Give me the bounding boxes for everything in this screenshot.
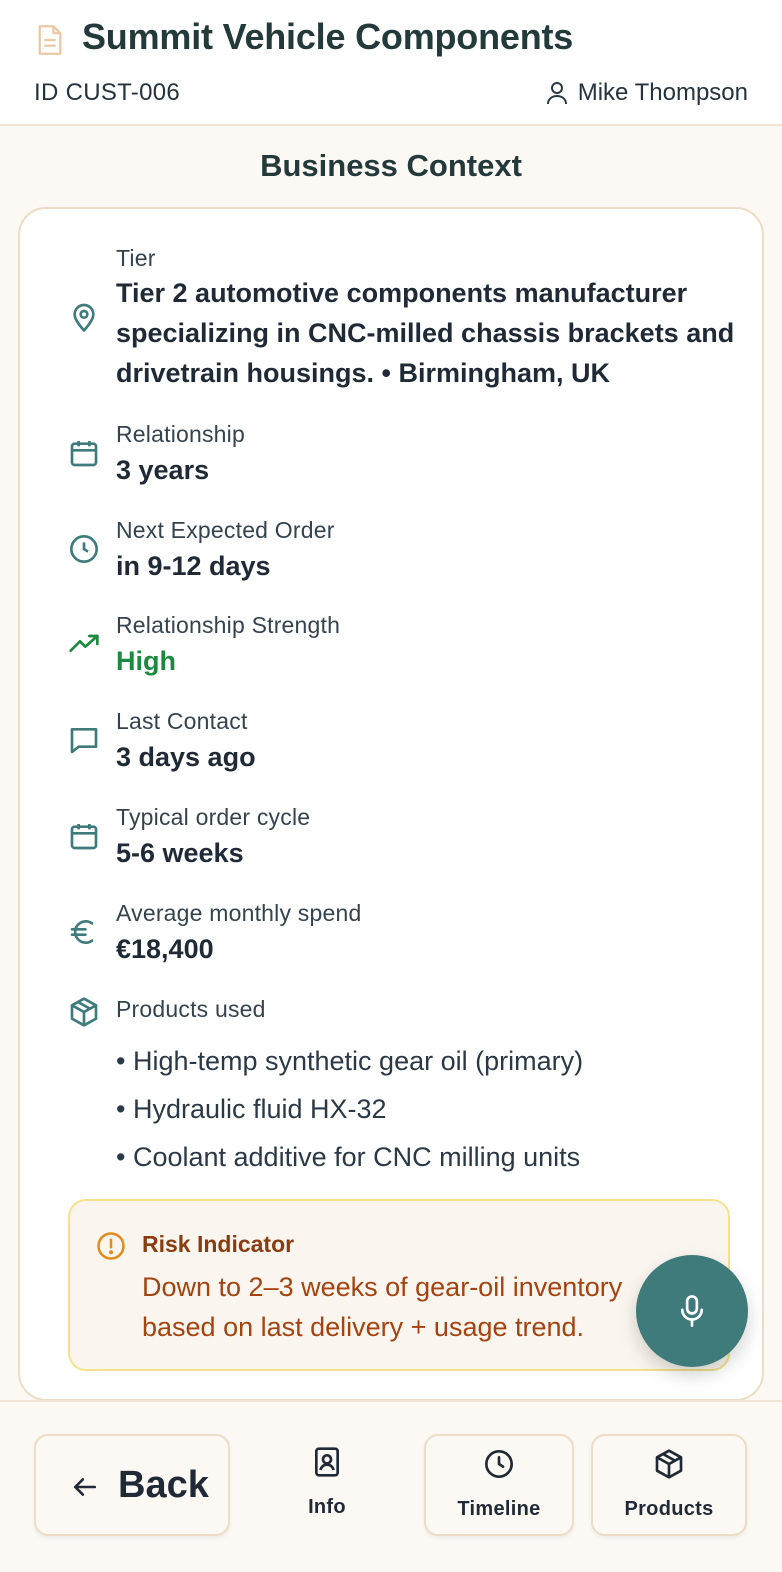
back-label: Back [118,1464,209,1506]
tab-timeline[interactable]: Timeline [424,1434,574,1536]
clock-icon [70,535,98,563]
detail-value: 3 years [116,455,210,485]
detail-label: Products used [116,996,266,1022]
detail-label: Last Contact [116,708,248,734]
back-button[interactable]: Back [34,1434,230,1536]
risk-indicator: Risk Indicator Down to 2–3 weeks of gear… [68,1199,730,1371]
assigned-user: Mike Thompson [546,79,748,107]
detail-label: Tier [116,245,156,271]
microphone-icon [680,1295,704,1327]
package-icon [655,1449,683,1479]
risk-line: Down to 2–3 weeks of gear-oil inventory [142,1272,623,1302]
detail-value: €18,400 [116,934,214,964]
detail-value: Tier 2 automotive components manufacture… [116,278,735,388]
detail-value: 3 days ago [116,742,256,772]
alert-circle-icon [97,1232,125,1260]
trending-up-icon [69,634,99,652]
document-icon [38,25,62,55]
detail-label: Average monthly spend [116,900,362,926]
calendar-icon [70,441,98,467]
detail-label: Next Expected Order [116,517,335,543]
contact-card-icon [315,1447,339,1477]
business-context-card: Tier Tier 2 automotive components manufa… [18,207,764,1401]
tab-label: Info [308,1496,346,1518]
voice-input-button[interactable] [636,1255,748,1367]
detail-value: in 9-12 days [116,551,271,581]
message-icon [70,728,98,754]
risk-text: Down to 2–3 weeks of gear-oil inventory … [142,1267,722,1347]
list-item: • Hydraulic fluid HX-32 [116,1094,387,1124]
detail-value: 5-6 weeks [116,838,244,868]
tab-label: Products [624,1498,714,1520]
list-item: • High-temp synthetic gear oil (primary) [116,1046,584,1076]
user-icon [546,82,567,105]
detail-label: Typical order cycle [116,804,311,830]
detail-label: Relationship Strength [116,612,341,638]
customer-id: ID CUST-006 [34,79,181,106]
tab-label: Timeline [457,1498,541,1520]
page-title: Summit Vehicle Components [82,16,574,57]
arrow-left-icon [73,1478,97,1496]
calendar-icon [70,824,98,850]
header: Summit Vehicle Components ID CUST-006 Mi… [0,0,782,126]
package-icon [70,997,98,1027]
clock-icon [485,1450,513,1478]
risk-title: Risk Indicator [142,1231,295,1257]
section-title: Business Context [260,148,522,183]
detail-label: Relationship [116,421,245,447]
euro-icon [70,920,94,944]
user-name: Mike Thompson [577,79,748,106]
list-item: • Coolant additive for CNC milling units [116,1142,581,1172]
tab-products[interactable]: Products [591,1434,747,1536]
products-list: • High-temp synthetic gear oil (primary)… [116,1043,583,1187]
bottom-navigation: Back Info Timeline Products [0,1400,782,1572]
detail-value: High [116,646,176,676]
risk-line: based on last delivery + usage trend. [142,1312,585,1342]
tab-info[interactable]: Info [270,1434,384,1536]
map-pin-icon [73,303,95,333]
